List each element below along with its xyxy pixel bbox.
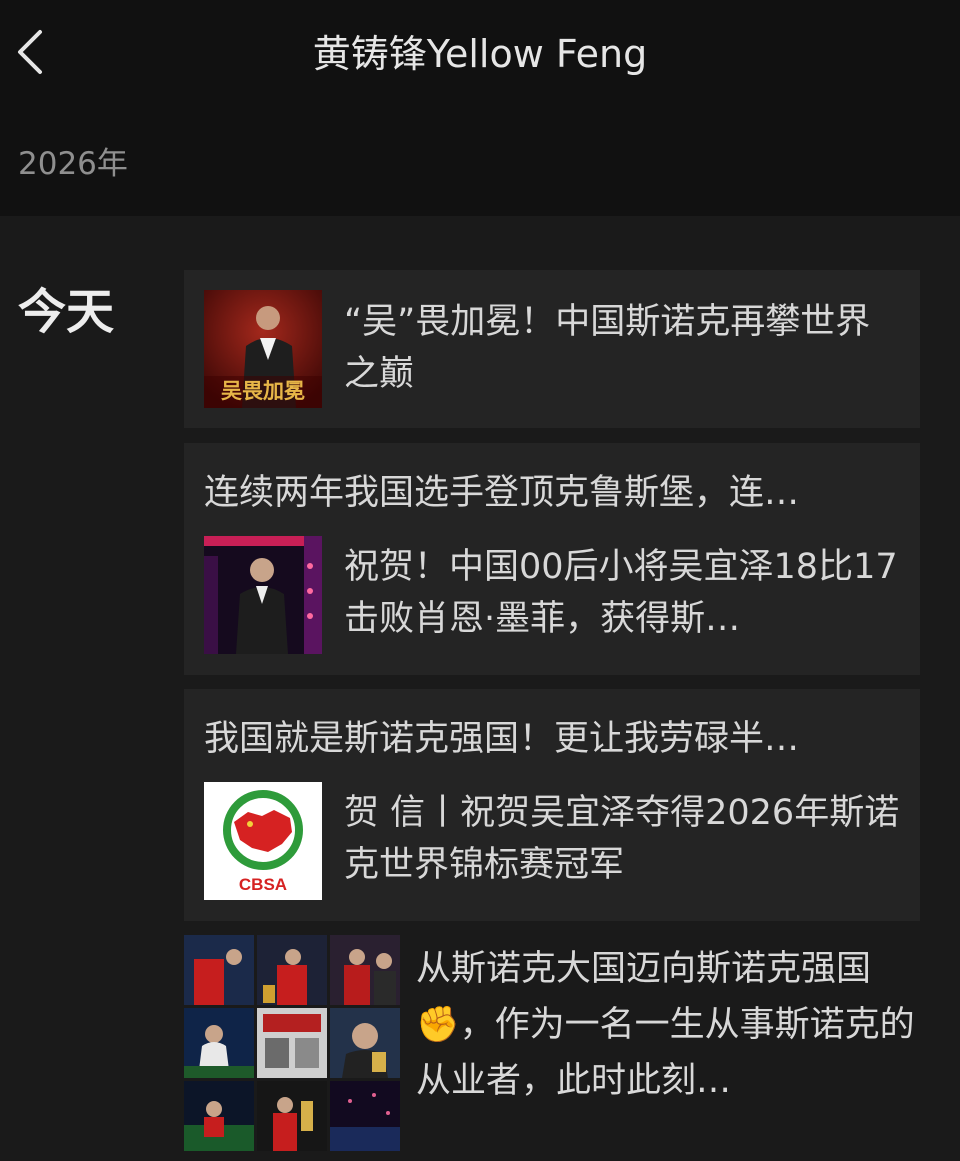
- grid-photo: [184, 935, 254, 1005]
- post-text: 贺 信丨祝贺吴宜泽夺得2026年斯诺克世界锦标赛冠军: [344, 793, 900, 885]
- post-text: “吴”畏加冕！中国斯诺克再攀世界之巅: [344, 302, 871, 394]
- top-bar: 黄铸锋Yellow Feng 2026年: [0, 0, 960, 216]
- cbsa-logo-icon: CBSA: [204, 782, 322, 900]
- post-thumbnail: [204, 536, 322, 654]
- grid-photo: [330, 1008, 400, 1078]
- year-label: 2026年: [18, 146, 128, 182]
- grid-photo: [257, 1008, 327, 1078]
- photo-grid: [184, 935, 400, 1151]
- post-card[interactable]: 从斯诺克大国迈向斯诺克强国✊，作为一名一生从事斯诺克的从业者，此时此刻…: [184, 935, 920, 1161]
- post-text: 从斯诺克大国迈向斯诺克强国✊，作为一名一生从事斯诺克的从业者，此时此刻…: [416, 949, 915, 1101]
- post-card[interactable]: 连续两年我国选手登顶克鲁斯堡，连… 祝贺！中国00后小将吴宜泽18比17击败肖恩…: [184, 443, 920, 675]
- post-text: 祝贺！中国00后小将吴宜泽18比17击败肖恩·墨菲，获得斯…: [344, 547, 898, 639]
- post-card[interactable]: 吴畏加冕 “吴”畏加冕！中国斯诺克再攀世界之巅: [184, 270, 920, 428]
- post-thumbnail: CBSA: [204, 782, 322, 900]
- day-label: 今天: [18, 284, 115, 340]
- thumbnail-caption: 吴畏加冕: [221, 378, 305, 403]
- grid-photo: [257, 1081, 327, 1151]
- page-title: 黄铸锋Yellow Feng: [312, 32, 648, 76]
- grid-photo: [330, 935, 400, 1005]
- post-card[interactable]: 我国就是斯诺克强国！更让我劳碌半… CBSA 贺 信丨祝贺吴宜泽夺得2026年斯…: [184, 689, 920, 921]
- grid-photo: [184, 1008, 254, 1078]
- grid-photo: [184, 1081, 254, 1151]
- post-headline: 我国就是斯诺克强国！更让我劳碌半…: [204, 719, 800, 759]
- grid-photo: [257, 935, 327, 1005]
- logo-text: CBSA: [239, 875, 287, 894]
- post-thumbnail: 吴畏加冕: [204, 290, 322, 408]
- grid-photo: [330, 1081, 400, 1151]
- post-headline: 连续两年我国选手登顶克鲁斯堡，连…: [204, 473, 800, 513]
